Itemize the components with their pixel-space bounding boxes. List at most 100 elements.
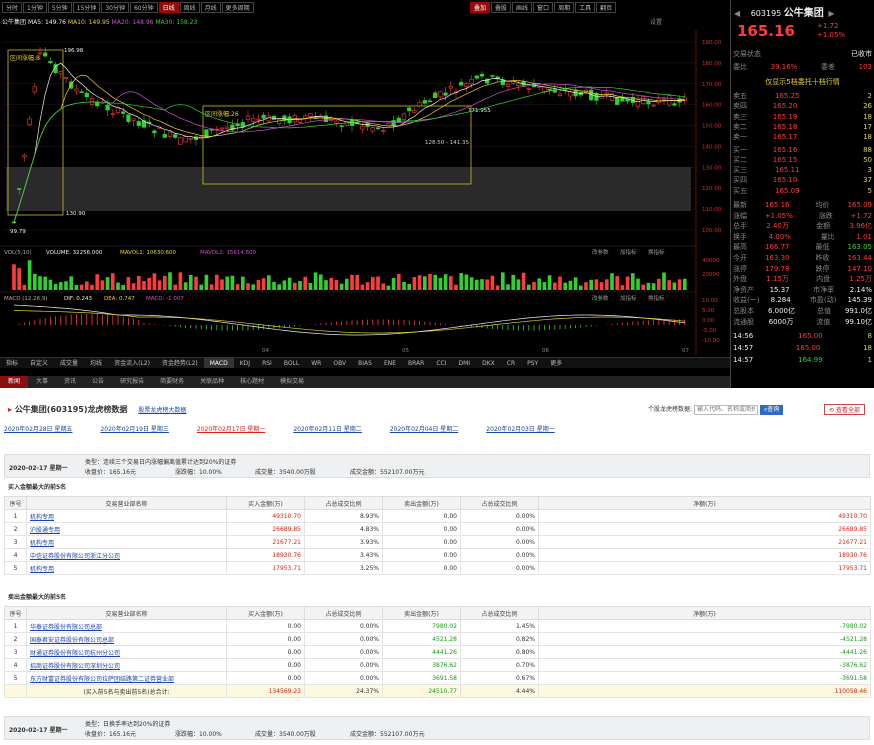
total-row: (买入前5名与卖出前5名)总合计: 134569.23 24.37% 24510.77… bbox=[4, 684, 871, 698]
indicator-tab[interactable]: 资金流入(L2) bbox=[108, 358, 156, 368]
indicator-tab[interactable]: DKX bbox=[476, 358, 501, 368]
stat-label: 流值 bbox=[816, 317, 831, 326]
date-link[interactable]: 2020年02月28日 星期五 bbox=[4, 424, 72, 434]
broker-link[interactable]: 国泰君安证券股份有限公司总部 bbox=[26, 632, 227, 646]
broker-link[interactable]: 中信证券股份有限公司浙江分公司 bbox=[26, 548, 227, 562]
date-link[interactable]: 2020年02月19日 星期三 bbox=[100, 424, 168, 434]
level-label: 买三 bbox=[733, 166, 747, 175]
level-price: 165.11 bbox=[775, 166, 800, 175]
candle-body bbox=[516, 83, 521, 86]
volume-bar bbox=[360, 284, 365, 290]
volume-bar bbox=[682, 278, 687, 290]
view-all-button[interactable]: ⟲ 查看全部 bbox=[824, 404, 865, 415]
indicator-tab[interactable]: 更多 bbox=[544, 358, 568, 368]
news-tab[interactable]: 大事 bbox=[28, 376, 56, 388]
news-tab[interactable]: 模拟交易 bbox=[272, 376, 312, 388]
volume-bar bbox=[204, 274, 209, 290]
indicator-tab[interactable]: CCI bbox=[430, 358, 452, 368]
level-price: 165.17 bbox=[772, 133, 798, 142]
level-price: 165.18 bbox=[772, 122, 798, 131]
broker-link[interactable]: 招商证券股份有限公司深圳分公司 bbox=[26, 658, 227, 672]
volume-bar bbox=[22, 284, 27, 290]
nav-forward-icon[interactable]: ▶ bbox=[828, 9, 834, 18]
news-tab[interactable]: 新闻 bbox=[0, 376, 29, 388]
indicator-tab[interactable]: WR bbox=[305, 358, 327, 368]
indicator-tab[interactable]: DMI bbox=[453, 358, 477, 368]
date-link[interactable]: 2020年02月03日 星期一 bbox=[486, 424, 554, 434]
broker-link[interactable]: 财通证券股份有限公司杭州分公司 bbox=[26, 645, 227, 659]
broker-link[interactable]: 机构专用 bbox=[26, 535, 227, 549]
dragon-tiger-link[interactable]: 股票龙虎榜大数据 bbox=[138, 407, 186, 414]
indicator-tab[interactable]: KDJ bbox=[234, 358, 256, 368]
broker-link[interactable]: 沪股通专用 bbox=[26, 522, 227, 536]
volume-bar bbox=[391, 277, 396, 290]
indicator-tab[interactable]: 指标 bbox=[0, 358, 24, 368]
candle-body bbox=[173, 134, 178, 138]
nav-back-icon[interactable]: ◀ bbox=[734, 9, 740, 18]
search-button[interactable]: ⌕查询 bbox=[759, 405, 784, 415]
broker-link[interactable]: 东方财富证券股份有限公司拉萨团结路第二证券营业部 bbox=[26, 671, 227, 685]
volume-tick-label: 40000 bbox=[702, 258, 720, 264]
news-tab[interactable]: 公告 bbox=[84, 376, 112, 388]
table-cell: 0.00 bbox=[382, 509, 461, 523]
volume-bar bbox=[298, 281, 302, 290]
indicator-tab[interactable]: CR bbox=[501, 358, 521, 368]
table-cell: 0.00 bbox=[382, 535, 461, 549]
indicator-tab[interactable]: PSY bbox=[521, 358, 544, 368]
table-cell: 0.00 bbox=[382, 561, 461, 575]
volume-bar bbox=[95, 274, 100, 290]
pane-button: 改参数 bbox=[592, 248, 609, 256]
date-link[interactable]: 2020年02月04日 星期二 bbox=[390, 424, 458, 434]
stat-label: 总股本 bbox=[733, 307, 754, 315]
indicator-tab[interactable]: BOLL bbox=[278, 358, 305, 368]
indicator-tab[interactable]: 成交量 bbox=[54, 358, 84, 368]
broker-link[interactable]: 华泰证券股份有限公司总部 bbox=[26, 619, 227, 633]
table-cell: 0.00% bbox=[304, 658, 383, 672]
news-tab[interactable]: 关联品种 bbox=[192, 376, 232, 388]
indicator-tab[interactable]: OBV bbox=[327, 358, 352, 368]
date-links[interactable]: 2020年02月28日 星期五 2020年02月19日 星期三 2020年02月17… bbox=[4, 424, 870, 434]
indicator-tabs[interactable]: 指标 自定义 成交量 均线 资金流入(L2) 资金趋势(L2) MACD KDJ RSI BOLL… bbox=[0, 357, 730, 368]
indicator-tab[interactable]: BRAR bbox=[402, 358, 430, 368]
stat-label: 跌停 bbox=[815, 264, 830, 273]
date-link[interactable]: 2020年02月17日 星期一 bbox=[197, 424, 265, 434]
date-link[interactable]: 2020年02月11日 星期二 bbox=[293, 424, 361, 434]
news-tabs[interactable]: 新闻 大事 资讯 公告 研究报告 简要财务 关联品种 核心题材 模拟交易 bbox=[0, 376, 730, 388]
candle-body bbox=[43, 52, 48, 57]
level-price: 165.09 bbox=[775, 186, 800, 195]
indicator-tab[interactable]: RSI bbox=[256, 358, 278, 368]
indicator-tab[interactable]: 资金趋势(L2) bbox=[156, 358, 204, 368]
indicator-tab[interactable]: 自定义 bbox=[24, 358, 54, 368]
volume-bar bbox=[230, 275, 235, 290]
volume-bar bbox=[235, 284, 240, 290]
dif-value: DIF: 0.243 bbox=[64, 296, 92, 302]
news-tab[interactable]: 核心题材 bbox=[232, 376, 272, 388]
volume-bar bbox=[542, 282, 547, 290]
stat-label: 今开 bbox=[733, 254, 747, 262]
indicator-tab[interactable]: MACD bbox=[203, 358, 234, 368]
broker-link[interactable]: 机构专用 bbox=[26, 509, 227, 523]
volume-bar bbox=[246, 283, 250, 290]
broker-link[interactable]: 机构专用 bbox=[26, 561, 227, 575]
volume-bar bbox=[412, 277, 417, 290]
indicator-tab[interactable]: 均线 bbox=[84, 358, 108, 368]
indicator-tab[interactable]: ENE bbox=[378, 358, 402, 368]
volume-bar bbox=[500, 272, 505, 290]
volume-bar bbox=[199, 284, 204, 290]
news-tab[interactable]: 研究报告 bbox=[112, 376, 152, 388]
table-cell: 3 bbox=[4, 535, 27, 549]
candle-body bbox=[48, 61, 53, 64]
candle-body bbox=[303, 115, 308, 119]
candle-body bbox=[261, 114, 266, 119]
search-input[interactable] bbox=[693, 404, 758, 415]
news-tab[interactable]: 资讯 bbox=[56, 376, 84, 388]
candle-body bbox=[178, 137, 183, 145]
table-cell: 21677.21 bbox=[538, 535, 871, 549]
indicator-tab[interactable]: BIAS bbox=[352, 358, 378, 368]
candle-body bbox=[245, 115, 251, 120]
news-tab[interactable]: 简要财务 bbox=[152, 376, 192, 388]
table-cell: 18930.76 bbox=[226, 548, 305, 562]
level-toggle[interactable]: 仅显示5档委托十档行情 bbox=[765, 77, 839, 87]
order-level: 买二 165.15 50 bbox=[733, 155, 872, 165]
kline-chart-area[interactable]: 分时 1分钟 5分钟 15分钟 30分钟 60分钟 日线 周线 月线 更多周期 叠加 叠股 画线 窗口周… bbox=[0, 0, 730, 388]
